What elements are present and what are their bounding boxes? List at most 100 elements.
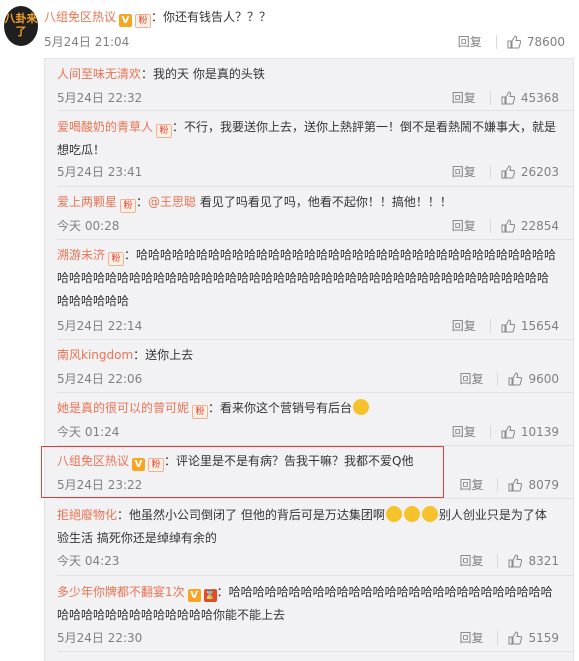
weibo-comments: 八卦来了 八组免区热议 V 粉：你还有钱告人？？？ 5月24日 21:04 回复 78… bbox=[0, 0, 579, 661]
reply-item: 多少年你牌都不翻宴1次 V ⌛：哈哈哈哈哈哈哈哈哈哈哈哈哈哈哈哈哈哈哈哈哈哈哈哈哈哈… bbox=[45, 576, 573, 652]
reply-button[interactable]: 回复 bbox=[459, 629, 483, 646]
divider bbox=[489, 425, 491, 439]
thumb-up-icon[interactable] bbox=[508, 372, 523, 386]
like-count: 78600 bbox=[526, 35, 565, 49]
fan-badge-icon: 粉 bbox=[135, 14, 152, 28]
thumb-up-icon[interactable] bbox=[508, 478, 523, 492]
reply-author[interactable]: 南风kingdom bbox=[57, 348, 133, 362]
main-comment-line: 八组免区热议 V 粉：你还有钱告人？？？ bbox=[44, 8, 271, 28]
thumb-up-icon[interactable] bbox=[501, 165, 515, 179]
like-count: 45368 bbox=[520, 91, 559, 105]
reply-button[interactable]: 回复 bbox=[452, 423, 476, 440]
reply-author[interactable]: 溯游未济 bbox=[57, 248, 105, 262]
laugh-cry-emoji bbox=[421, 506, 438, 522]
v-badge-icon: V bbox=[187, 589, 201, 602]
reply-author[interactable]: 她是真的很可以的曾可妮 bbox=[57, 401, 189, 415]
divider bbox=[495, 35, 497, 49]
reply-author[interactable]: 拒絕廢物化 bbox=[57, 508, 117, 522]
comment-time: 5月24日 21:04 bbox=[44, 35, 130, 49]
reply-button[interactable]: 回复 bbox=[452, 89, 476, 106]
reply-text: ：哈哈哈哈哈哈哈哈哈哈哈哈哈哈哈哈哈哈哈哈哈哈哈哈哈哈哈哈哈哈哈哈哈哈哈哈哈哈哈… bbox=[57, 248, 557, 308]
reply-button[interactable]: 回复 bbox=[452, 217, 476, 234]
reply-text-line: 她是真的很可以的曾可妮粉：看来你这个营销号有后台 bbox=[57, 397, 557, 420]
author-name[interactable]: 八组免区热议 bbox=[44, 10, 116, 24]
reply-button[interactable]: 回复 bbox=[459, 370, 483, 387]
fan-badge-icon: 粉 bbox=[156, 124, 173, 138]
thumb-up-icon[interactable] bbox=[501, 91, 515, 105]
fan-badge-icon: 粉 bbox=[120, 199, 137, 213]
reply-colon: ： bbox=[136, 195, 149, 209]
divider bbox=[497, 372, 499, 386]
comment-text: ：你还有钱告人？？？ bbox=[151, 10, 272, 24]
like-count: 9600 bbox=[528, 372, 559, 386]
avatar[interactable]: 八卦来了 bbox=[4, 6, 38, 46]
reply-item: 拒絕廢物化：他虽然小公司倒闭了 但他的背后可是万达集团啊 别人创业只是为了体验生活… bbox=[45, 499, 573, 576]
reply-author[interactable]: 人间至味无清欢 bbox=[57, 67, 141, 81]
mention-link[interactable]: @王思聪 bbox=[148, 195, 196, 209]
thumb-up-icon[interactable] bbox=[501, 425, 515, 439]
reply-author[interactable]: 八组免区热议 bbox=[57, 454, 129, 468]
reply-text: ：看来你这个营销号有后台 bbox=[208, 401, 353, 415]
reply-time: 5月24日 23:41 bbox=[57, 165, 143, 179]
reply-actions: 回复 8321 bbox=[459, 552, 559, 569]
reply-item: 爱喝酸奶的青草人粉：不行，我要送你上去，送你上熱評第一！倒不是看熱鬧不嫌事大，就… bbox=[45, 111, 573, 187]
fan-badge-icon: 粉 bbox=[148, 458, 165, 472]
laugh-cry-emoji bbox=[403, 506, 420, 522]
reply-text-line: 八组免区热议 V 粉：评论里是不是有病？告我干嘛？我都不爱Q他 bbox=[57, 450, 557, 473]
reply-time: 5月24日 22:06 bbox=[57, 372, 143, 386]
reply-button[interactable]: 回复 bbox=[452, 163, 476, 180]
reply-time: 今天 00:28 bbox=[57, 219, 120, 233]
reply-time: 5月24日 22:32 bbox=[57, 91, 143, 105]
reply-text-line: 人间至味无清欢：我的天 你是真的头铁 bbox=[57, 63, 557, 86]
reply-text-line: 溯游未济粉：哈哈哈哈哈哈哈哈哈哈哈哈哈哈哈哈哈哈哈哈哈哈哈哈哈哈哈哈哈哈哈哈哈哈… bbox=[57, 244, 557, 313]
hourglass-badge-icon: ⌛ bbox=[203, 589, 217, 602]
divider bbox=[57, 651, 573, 652]
reply-actions: 回复 22854 bbox=[452, 217, 559, 234]
avatar-text: 八卦来了 bbox=[4, 12, 38, 38]
reply-text: ：他虽然小公司倒闭了 但他的背后可是万达集团啊 bbox=[117, 508, 385, 522]
reply-actions: 回复 45368 bbox=[452, 89, 559, 106]
reply-author[interactable]: 爱喝酸奶的青草人 bbox=[57, 120, 153, 134]
reply-item: 南风kingdom：送你上去 5月24日 22:06 回复 9600 bbox=[45, 340, 573, 393]
reply-time: 5月24日 22:30 bbox=[57, 631, 143, 645]
divider bbox=[489, 91, 491, 105]
reply-text-line: 拒絕廢物化：他虽然小公司倒闭了 但他的背后可是万达集团啊 别人创业只是为了体验生活… bbox=[57, 504, 557, 550]
reply-author[interactable]: 爱上两颗星 bbox=[57, 195, 117, 209]
reply-actions: 回复 10139 bbox=[452, 423, 559, 440]
like-count: 8079 bbox=[528, 478, 559, 492]
reply-button[interactable]: 回复 bbox=[452, 317, 476, 334]
reply-time: 5月24日 23:22 bbox=[57, 478, 143, 492]
fan-badge-icon: 粉 bbox=[192, 405, 209, 419]
reply-item: 她是真的很可以的曾可妮粉：看来你这个营销号有后台 今天 01:24 回复 1013… bbox=[45, 393, 573, 446]
reply-item: 溯游未济粉：哈哈哈哈哈哈哈哈哈哈哈哈哈哈哈哈哈哈哈哈哈哈哈哈哈哈哈哈哈哈哈哈哈哈… bbox=[45, 240, 573, 340]
like-count: 10139 bbox=[520, 425, 559, 439]
reply-actions: 回复 9600 bbox=[459, 370, 559, 387]
reply-author[interactable]: 多少年你牌都不翻宴1次 bbox=[57, 585, 185, 599]
laugh-cry-emoji bbox=[353, 399, 370, 415]
v-badge-icon: V bbox=[132, 458, 146, 471]
thumb-up-icon[interactable] bbox=[508, 554, 523, 568]
like-count: 8321 bbox=[528, 554, 559, 568]
reply-time: 今天 01:24 bbox=[57, 425, 120, 439]
reply-actions: 回复 26203 bbox=[452, 163, 559, 180]
thumb-up-icon[interactable] bbox=[501, 319, 515, 333]
reply-text: 看见了吗看见了吗，他看不起你！！搞他！！！ bbox=[196, 195, 452, 209]
reply-actions: 回复 5159 bbox=[459, 629, 559, 646]
v-badge-icon: V bbox=[119, 14, 133, 27]
reply-text-line: 爱上两颗星粉：@王思聪 看见了吗看见了吗，他看不起你！！搞他！！！ bbox=[57, 191, 557, 214]
thumb-up-icon[interactable] bbox=[508, 631, 523, 645]
laugh-cry-emoji bbox=[385, 506, 402, 522]
reply-text: ：我的天 你是真的头铁 bbox=[141, 67, 265, 81]
reply-item: 爱上两颗星粉：@王思聪 看见了吗看见了吗，他看不起你！！搞他！！！ 今天 00:… bbox=[45, 187, 573, 240]
like-count: 15654 bbox=[520, 319, 559, 333]
reply-item-author: 八组免区热议 V 粉：评论里是不是有病？告我干嘛？我都不爱Q他 5月24日 23:2… bbox=[45, 446, 573, 499]
thumb-up-icon[interactable] bbox=[507, 35, 521, 49]
reply-button[interactable]: 回复 bbox=[458, 33, 482, 50]
thumb-up-icon[interactable] bbox=[501, 219, 515, 233]
reply-text: ：评论里是不是有病？告我干嘛？我都不爱Q他 bbox=[164, 454, 414, 468]
replies-box: 人间至味无清欢：我的天 你是真的头铁 5月24日 22:32 回复 45368 爱… bbox=[44, 58, 574, 661]
reply-button[interactable]: 回复 bbox=[459, 476, 483, 493]
reply-button[interactable]: 回复 bbox=[459, 552, 483, 569]
reply-actions: 回复 15654 bbox=[452, 317, 559, 334]
fan-badge-icon: 粉 bbox=[108, 252, 125, 266]
